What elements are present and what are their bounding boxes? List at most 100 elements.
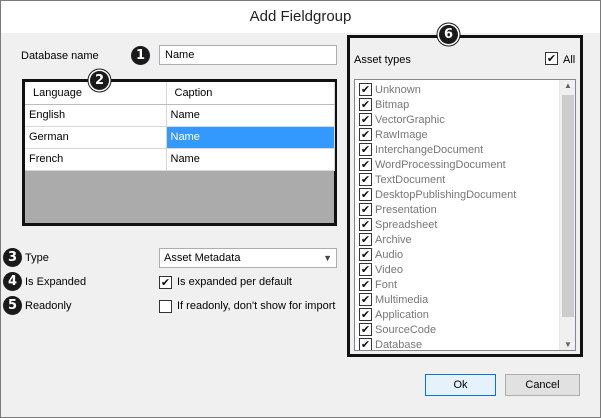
list-item[interactable]: ✔ Database: [359, 337, 423, 351]
readonly-checkbox[interactable]: [159, 300, 172, 313]
is-expanded-checkbox-label[interactable]: Is expanded per default: [177, 275, 292, 289]
list-item[interactable]: ✔ Audio: [359, 247, 404, 263]
asset-type-label: TextDocument: [375, 174, 446, 186]
list-item[interactable]: ✔ TextDocument: [359, 172, 446, 188]
list-item[interactable]: ✔ InterchangeDocument: [359, 142, 483, 158]
asset-type-label: Database: [375, 339, 423, 351]
asset-type-label: DesktopPublishingDocument: [375, 189, 517, 201]
asset-type-checkbox[interactable]: ✔: [359, 187, 372, 201]
check-icon: ✔: [360, 292, 371, 306]
check-icon: ✔: [360, 187, 371, 201]
cell-language-french[interactable]: French: [25, 148, 167, 171]
asset-type-checkbox[interactable]: ✔: [359, 262, 372, 276]
table-row[interactable]: German Name: [25, 126, 335, 149]
cell-caption-english[interactable]: Name: [166, 104, 335, 127]
dialog-title: Add Fieldgroup: [1, 1, 600, 33]
asset-type-checkbox[interactable]: ✔: [359, 157, 372, 171]
list-item[interactable]: ✔ Archive: [359, 232, 412, 248]
dialog-client-area: Database name 1 Name Language Caption En…: [3, 25, 595, 412]
asset-types-list[interactable]: ✔ Unknown ✔ Bitmap ✔ VectorGraphic ✔ RawImage ✔ I…: [354, 79, 576, 351]
asset-types-frame: Asset types ✔ All ✔ Unknown ✔ Bitmap ✔ Vector…: [347, 35, 583, 357]
check-icon: ✔: [546, 52, 557, 65]
list-item[interactable]: ✔ WordProcessingDocument: [359, 157, 506, 173]
all-asset-types-checkbox[interactable]: ✔: [545, 52, 558, 65]
database-name-input[interactable]: Name: [159, 45, 337, 65]
column-header-caption[interactable]: Caption: [166, 82, 335, 105]
list-item[interactable]: ✔ SourceCode: [359, 322, 437, 338]
list-item[interactable]: ✔ Application: [359, 307, 429, 323]
check-icon: ✔: [360, 127, 371, 141]
captions-grid-frame: Language Caption English Name German Nam…: [22, 79, 337, 226]
asset-type-checkbox[interactable]: ✔: [359, 202, 372, 216]
asset-type-checkbox[interactable]: ✔: [359, 337, 372, 350]
list-item[interactable]: ✔ Presentation: [359, 202, 437, 218]
asset-type-checkbox[interactable]: ✔: [359, 277, 372, 291]
readonly-label: Readonly: [25, 300, 72, 312]
list-item[interactable]: ✔ Font: [359, 277, 398, 293]
table-row[interactable]: French Name: [25, 148, 335, 171]
table-row[interactable]: English Name: [25, 104, 335, 127]
check-icon: ✔: [360, 157, 371, 171]
check-icon: ✔: [360, 112, 371, 126]
scrollbar-thumb[interactable]: [562, 95, 574, 317]
callout-2: 2: [90, 71, 109, 90]
asset-type-checkbox[interactable]: ✔: [359, 142, 372, 156]
callout-4: 4: [3, 272, 22, 291]
callout-3: 3: [3, 248, 22, 267]
asset-type-checkbox[interactable]: ✔: [359, 172, 372, 186]
captions-grid: Language Caption English Name German Nam…: [25, 82, 335, 171]
scroll-up-icon[interactable]: ▲: [560, 81, 575, 90]
asset-type-checkbox[interactable]: ✔: [359, 112, 372, 126]
database-name-label: Database name: [21, 50, 99, 62]
check-icon: ✔: [360, 217, 371, 231]
list-item[interactable]: ✔ Unknown: [359, 82, 421, 98]
list-item[interactable]: ✔ Spreadsheet: [359, 217, 437, 233]
asset-types-scrollbar[interactable]: ▲ ▼: [559, 80, 575, 350]
asset-types-label: Asset types: [354, 54, 411, 66]
asset-type-checkbox[interactable]: ✔: [359, 247, 372, 261]
check-icon: ✔: [360, 307, 371, 321]
check-icon: ✔: [360, 277, 371, 291]
check-icon: ✔: [360, 82, 371, 96]
cell-language-german[interactable]: German: [25, 126, 167, 149]
cancel-button[interactable]: Cancel: [505, 374, 580, 396]
cell-caption-french[interactable]: Name: [166, 148, 335, 171]
asset-type-label: WordProcessingDocument: [375, 159, 506, 171]
cell-caption-german-selected[interactable]: Name: [166, 126, 335, 149]
type-label: Type: [25, 252, 49, 264]
list-item[interactable]: ✔ DesktopPublishingDocument: [359, 187, 517, 203]
check-icon: ✔: [360, 262, 371, 276]
asset-type-label: RawImage: [375, 129, 428, 141]
asset-type-checkbox[interactable]: ✔: [359, 322, 372, 336]
check-icon: ✔: [360, 97, 371, 111]
ok-button[interactable]: Ok: [425, 374, 496, 396]
list-item[interactable]: ✔ VectorGraphic: [359, 112, 445, 128]
is-expanded-label: Is Expanded: [25, 276, 87, 288]
readonly-checkbox-label[interactable]: If readonly, don't show for import: [177, 299, 335, 313]
check-icon: ✔: [360, 322, 371, 336]
cell-language-english[interactable]: English: [25, 104, 167, 127]
asset-type-checkbox[interactable]: ✔: [359, 97, 372, 111]
is-expanded-checkbox[interactable]: ✔: [159, 276, 172, 289]
check-icon: ✔: [360, 232, 371, 246]
asset-type-checkbox[interactable]: ✔: [359, 127, 372, 141]
asset-type-checkbox[interactable]: ✔: [359, 292, 372, 306]
list-item[interactable]: ✔ Video: [359, 262, 403, 278]
asset-type-checkbox[interactable]: ✔: [359, 232, 372, 246]
asset-type-label: Font: [375, 279, 398, 291]
asset-type-checkbox[interactable]: ✔: [359, 307, 372, 321]
asset-type-label: Audio: [375, 249, 404, 261]
asset-type-label: SourceCode: [375, 324, 437, 336]
list-item[interactable]: ✔ RawImage: [359, 127, 428, 143]
all-asset-types-label[interactable]: All: [563, 53, 575, 67]
asset-type-label: Archive: [375, 234, 412, 246]
type-dropdown-value: Asset Metadata: [164, 252, 241, 264]
asset-type-checkbox[interactable]: ✔: [359, 82, 372, 96]
asset-type-label: Multimedia: [375, 294, 429, 306]
type-dropdown[interactable]: Asset Metadata ▼: [159, 248, 337, 268]
check-icon: ✔: [160, 276, 171, 289]
list-item[interactable]: ✔ Multimedia: [359, 292, 429, 308]
list-item[interactable]: ✔ Bitmap: [359, 97, 409, 113]
scroll-down-icon[interactable]: ▼: [560, 340, 575, 349]
asset-type-checkbox[interactable]: ✔: [359, 217, 372, 231]
